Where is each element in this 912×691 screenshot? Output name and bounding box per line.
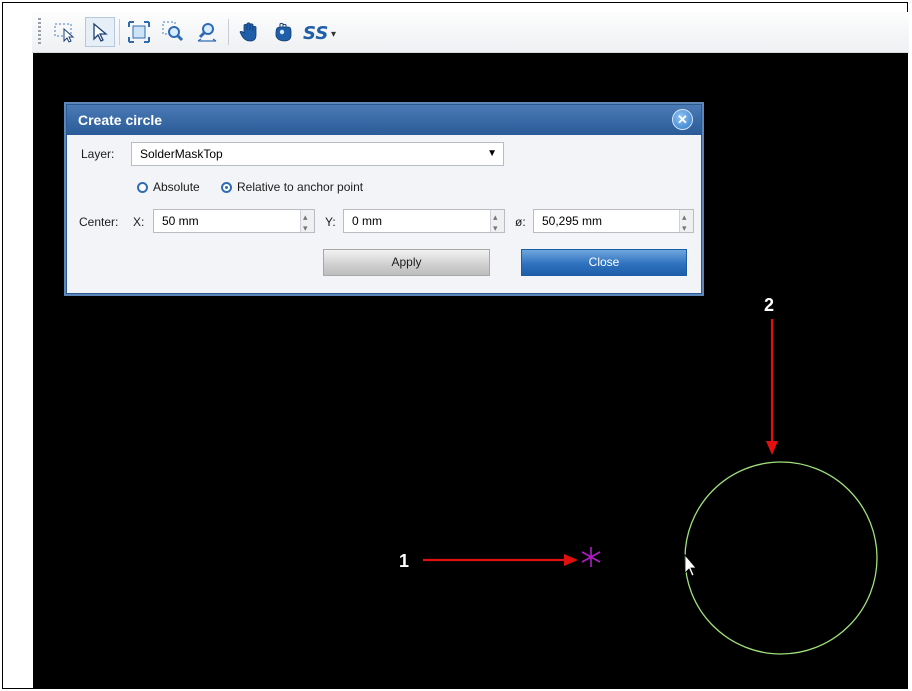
- callout-number-2: 2: [764, 295, 775, 315]
- dialog-close-icon[interactable]: ✕: [672, 109, 693, 130]
- dialog-title: Create circle: [78, 112, 163, 128]
- callout-arrow-2: [766, 319, 778, 455]
- radio-absolute-label[interactable]: Absolute: [153, 180, 200, 194]
- select-area-icon[interactable]: [50, 17, 80, 47]
- left-margin: [3, 53, 33, 688]
- center-label: Center:: [79, 215, 119, 229]
- x-spinner[interactable]: [300, 206, 314, 239]
- diameter-value: 50,295 mm: [542, 214, 603, 228]
- radio-absolute[interactable]: [137, 182, 148, 193]
- snap-icon[interactable]: SS ▾: [300, 17, 340, 47]
- toolbar-separator: [119, 19, 120, 45]
- grab-icon[interactable]: [268, 17, 298, 47]
- radio-relative-label[interactable]: Relative to anchor point: [237, 180, 363, 194]
- x-value: 50 mm: [162, 214, 199, 228]
- layer-select[interactable]: SolderMaskTop ▼: [131, 142, 504, 166]
- anchor-point-marker: [581, 547, 601, 567]
- diameter-label: ø:: [515, 215, 526, 229]
- y-spinner[interactable]: [490, 206, 504, 239]
- dialog-title-bar[interactable]: Create circle ✕: [67, 105, 701, 135]
- create-circle-dialog: Create circle ✕ Layer: SolderMaskTop ▼ A…: [66, 104, 702, 294]
- svg-text:SS: SS: [303, 23, 328, 44]
- y-value: 0 mm: [352, 214, 382, 228]
- y-input[interactable]: 0 mm: [343, 206, 505, 239]
- x-label: X:: [133, 215, 145, 229]
- layer-label: Layer:: [81, 147, 115, 161]
- callout-arrow-1: [423, 554, 578, 566]
- layer-select-value: SolderMaskTop: [140, 147, 223, 161]
- zoom-area-icon[interactable]: [158, 17, 188, 47]
- callout-number-1: 1: [399, 551, 410, 571]
- y-label: Y:: [325, 215, 336, 229]
- close-button[interactable]: Close: [521, 249, 687, 276]
- toolbar-separator: [228, 19, 229, 45]
- x-input[interactable]: 50 mm: [153, 206, 315, 239]
- zoom-fit-icon[interactable]: [124, 17, 154, 47]
- apply-button[interactable]: Apply: [323, 249, 490, 276]
- diameter-spinner[interactable]: [679, 206, 693, 239]
- chevron-down-icon: ▼: [487, 148, 497, 159]
- svg-text:▾: ▾: [331, 29, 336, 40]
- toolbar-grip[interactable]: [38, 18, 41, 46]
- drawn-circle[interactable]: [684, 461, 878, 655]
- hand-pan-icon[interactable]: [234, 17, 264, 47]
- diameter-input[interactable]: 50,295 mm: [533, 206, 694, 239]
- zoom-pan-icon[interactable]: [192, 17, 222, 47]
- pointer-icon[interactable]: [85, 17, 115, 47]
- toolbar: SS ▾: [32, 12, 909, 53]
- radio-relative[interactable]: [221, 182, 232, 193]
